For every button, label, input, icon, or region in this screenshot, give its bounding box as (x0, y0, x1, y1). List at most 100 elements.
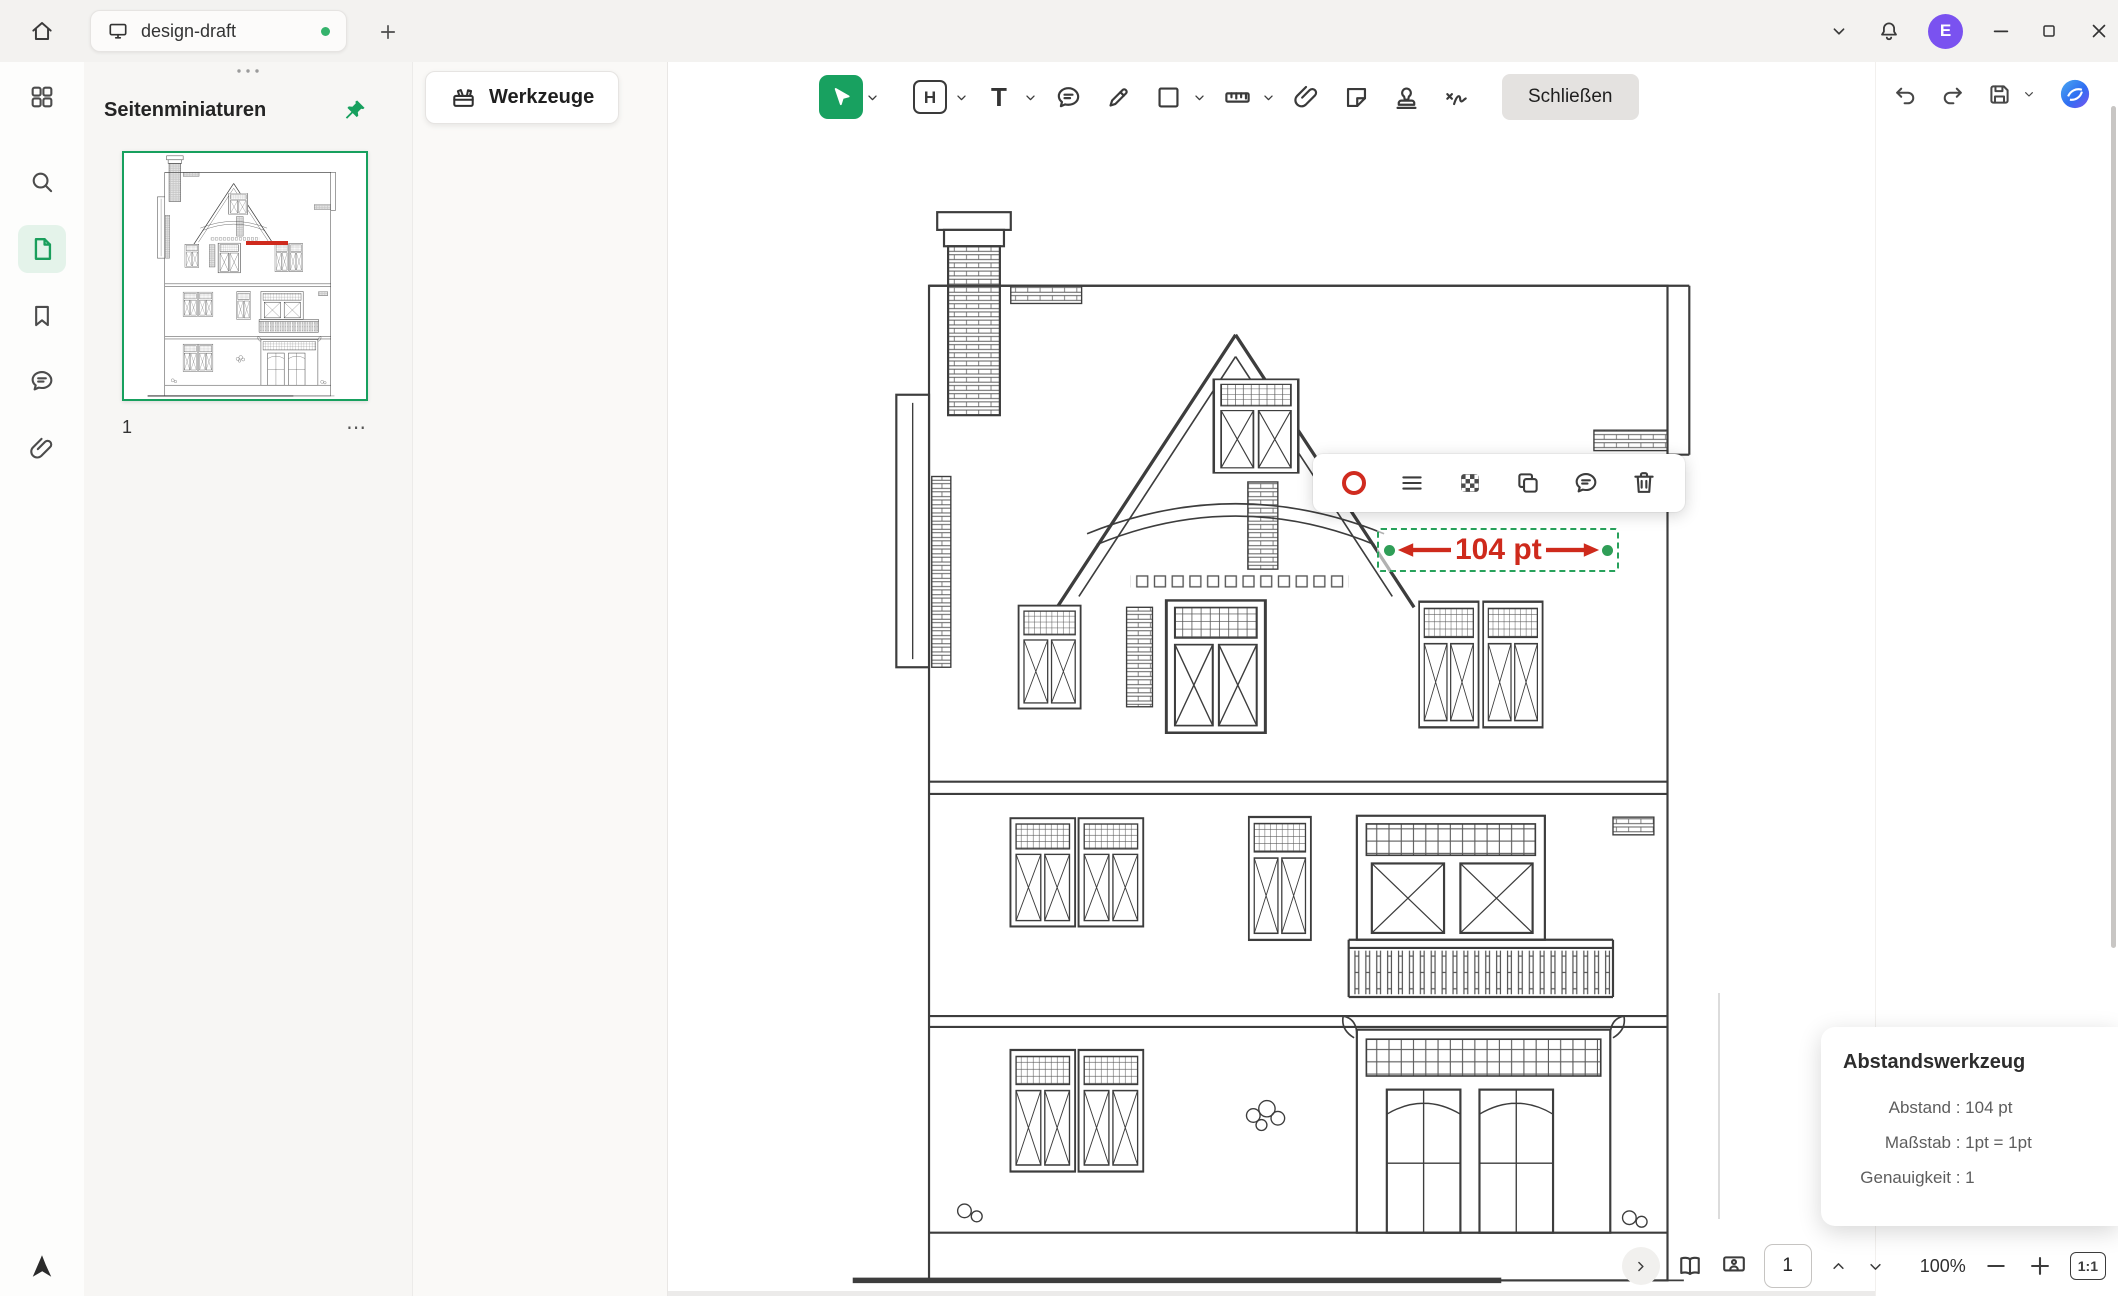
attachment-tool-button[interactable] (1284, 75, 1328, 119)
thumbnail-page-number: 1 (122, 417, 132, 438)
pen-tool-button[interactable] (1096, 75, 1140, 119)
close-window-button[interactable] (2088, 20, 2110, 42)
info-row-distance: Abstand : 104 pt (1843, 1090, 2094, 1125)
redo-button[interactable] (1939, 81, 1966, 108)
pin-panel-button[interactable] (342, 97, 368, 123)
chevron-down-icon (953, 89, 970, 106)
toolbox-icon (450, 84, 477, 111)
page-thumbnail-1[interactable] (122, 151, 368, 401)
expand-statusbar-button[interactable] (1622, 1247, 1660, 1285)
ai-assistant-button[interactable] (2057, 76, 2093, 112)
color-swatch-button[interactable] (1337, 466, 1371, 500)
next-page-button[interactable] (1865, 1256, 1886, 1277)
reading-mode-button[interactable] (1676, 1252, 1704, 1280)
signature-icon (1442, 83, 1471, 112)
square-icon (1154, 83, 1183, 112)
highlight-tool-button[interactable]: H (908, 75, 952, 119)
select-tool-dropdown[interactable] (862, 75, 882, 119)
document-tab[interactable]: design-draft (90, 10, 347, 52)
opacity-button[interactable] (1453, 466, 1487, 500)
sidebar-item-page-thumbnails[interactable] (18, 225, 66, 273)
highlight-tool-dropdown[interactable] (951, 75, 971, 119)
tools-button-label: Werkzeuge (489, 86, 594, 109)
comment-tool-button[interactable] (1046, 75, 1090, 119)
panel-drag-handle[interactable] (84, 62, 412, 75)
maximize-button[interactable] (2039, 20, 2061, 42)
measure-handle-start[interactable] (1384, 545, 1395, 556)
thumbnail-meta: 1 ⋯ (122, 415, 368, 440)
redo-icon (1939, 81, 1966, 108)
delete-annotation-button[interactable] (1627, 466, 1661, 500)
presentation-mode-button[interactable] (1720, 1252, 1748, 1280)
undo-button[interactable] (1892, 81, 1919, 108)
undo-icon (1892, 81, 1919, 108)
tab-title: design-draft (141, 21, 309, 42)
lines-icon (1398, 469, 1426, 497)
save-dropdown[interactable] (2021, 86, 2037, 102)
previous-page-button[interactable] (1828, 1256, 1849, 1277)
sidebar-item-comments[interactable] (18, 357, 66, 405)
text-tool-button[interactable]: T (977, 75, 1021, 119)
line-style-button[interactable] (1395, 466, 1429, 500)
close-toolbar-button[interactable]: Schließen (1502, 74, 1639, 120)
sticker-tool-button[interactable] (1334, 75, 1378, 119)
chevron-down-icon (2021, 86, 2037, 102)
comment-icon (28, 367, 56, 395)
info-value: 104 pt (1965, 1090, 2012, 1125)
sidebar-item-search[interactable] (18, 158, 66, 206)
tools-panel: Werkzeuge (412, 62, 668, 1296)
zoom-level: 100% (1920, 1256, 1966, 1277)
annotation-toolbar: H T Schließen (819, 70, 1639, 124)
shape-tool-button[interactable] (1146, 75, 1190, 119)
comment-bubble-icon (1572, 469, 1600, 497)
shape-tool-dropdown[interactable] (1189, 75, 1209, 119)
stamp-tool-button[interactable] (1384, 75, 1428, 119)
sidebar-item-bookmarks[interactable] (18, 292, 66, 340)
select-tool-button[interactable] (819, 75, 863, 119)
save-button[interactable] (1986, 81, 2013, 108)
text-tool-dropdown[interactable] (1020, 75, 1040, 119)
minimize-button[interactable] (1990, 20, 2012, 42)
notifications-button[interactable] (1877, 19, 1901, 43)
annotation-context-toolbar (1313, 454, 1685, 512)
user-avatar[interactable]: E (1928, 14, 1963, 49)
page-number-input[interactable] (1764, 1244, 1812, 1288)
chevron-down-icon (1191, 89, 1208, 106)
arrow-right-icon (1546, 540, 1600, 560)
thumbnails-panel: Seitenminiaturen 1 ⋯ (84, 62, 412, 1296)
vertical-scrollbar[interactable] (2111, 106, 2116, 948)
pages-icon (28, 235, 56, 263)
presentation-icon (1720, 1252, 1748, 1280)
measure-handle-end[interactable] (1602, 545, 1613, 556)
tab-document-icon (107, 20, 129, 42)
page-bottom-edge (668, 1291, 1875, 1296)
collapse-toolbar-button[interactable] (1828, 20, 1850, 42)
duplicate-button[interactable] (1511, 466, 1545, 500)
distance-annotation[interactable]: 104 pt (1377, 528, 1619, 572)
sidebar-item-apps[interactable] (18, 73, 66, 121)
document-canvas[interactable]: H T Schließen (668, 62, 1875, 1296)
chevron-down-icon (1022, 89, 1039, 106)
chevron-down-icon (1260, 89, 1277, 106)
measure-tool-button[interactable] (1215, 75, 1259, 119)
text-tool-icon: T (991, 84, 1007, 110)
statusbar: 100% 1:1 (1622, 1242, 2106, 1290)
info-value: 1 (1965, 1160, 1974, 1195)
actual-size-button[interactable]: 1:1 (2070, 1252, 2106, 1280)
app-window: design-draft E Seitenminiaturen (0, 0, 2118, 1296)
measure-tool-dropdown[interactable] (1258, 75, 1278, 119)
minus-icon (1982, 1252, 2010, 1280)
add-comment-button[interactable] (1569, 466, 1603, 500)
zoom-out-button[interactable] (1982, 1252, 2010, 1280)
zoom-in-button[interactable] (2026, 1252, 2054, 1280)
thumbnail-menu-button[interactable]: ⋯ (346, 415, 368, 440)
copy-icon (1514, 469, 1542, 497)
sidebar-item-attachments[interactable] (18, 425, 66, 473)
new-tab-button[interactable] (372, 16, 404, 48)
home-button[interactable] (22, 11, 62, 51)
arrow-left-icon (1397, 540, 1451, 560)
info-label: Genauigkeit (1843, 1160, 1951, 1195)
signature-tool-button[interactable] (1434, 75, 1478, 119)
save-icon (1986, 81, 2013, 108)
tools-button[interactable]: Werkzeuge (425, 71, 619, 124)
